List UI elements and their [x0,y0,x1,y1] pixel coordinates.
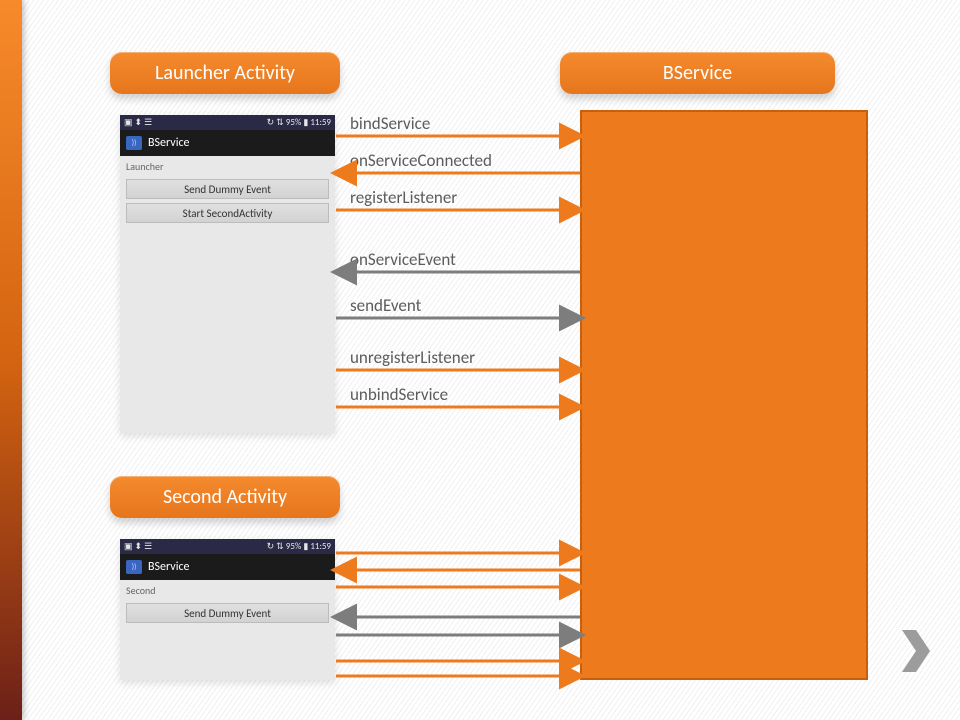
status-right: ↻ ⇅ 95% ▮ 11:59 [267,117,331,128]
status-left-icons: ▣ ⬍ ☰ [124,541,152,552]
status-right: ↻ ⇅ 95% ▮ 11:59 [267,541,331,552]
app-title: BService [148,560,190,574]
launcher-phone: ▣ ⬍ ☰ ↻ ⇅ 95% ▮ 11:59 )) BService Launch… [120,115,335,433]
send-dummy-event-button[interactable]: Send Dummy Event [126,179,329,199]
section-label: Second [120,580,335,599]
bservice-box [580,110,868,680]
label-bindService: bindService [350,113,430,134]
status-left-icons: ▣ ⬍ ☰ [124,117,152,128]
label-sendEvent: sendEvent [350,295,421,316]
app-title: BService [148,136,190,150]
label-onServiceEvent: onServiceEvent [350,249,456,270]
app-bar: )) BService [120,554,335,580]
left-rail [0,0,22,720]
start-second-activity-button[interactable]: Start SecondActivity [126,203,329,223]
second-phone: ▣ ⬍ ☰ ↻ ⇅ 95% ▮ 11:59 )) BService Second… [120,539,335,680]
section-label: Launcher [120,156,335,175]
status-bar: ▣ ⬍ ☰ ↻ ⇅ 95% ▮ 11:59 [120,115,335,130]
status-bar: ▣ ⬍ ☰ ↻ ⇅ 95% ▮ 11:59 [120,539,335,554]
label-registerListener: registerListener [350,187,457,208]
label-unbindService: unbindService [350,384,448,405]
next-slide-chevron-icon[interactable] [898,626,934,676]
launcher-activity-tag: Launcher Activity [110,52,340,94]
app-icon: )) [126,560,142,574]
bservice-tag: BService [560,52,835,94]
app-bar: )) BService [120,130,335,156]
second-activity-tag: Second Activity [110,476,340,518]
label-unregisterListener: unregisterListener [350,347,475,368]
app-icon: )) [126,136,142,150]
send-dummy-event-button[interactable]: Send Dummy Event [126,603,329,623]
label-onServiceConnected: onServiceConnected [350,150,492,171]
